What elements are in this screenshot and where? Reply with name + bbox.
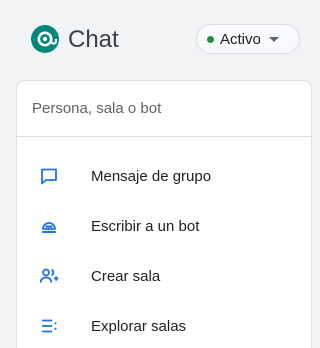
group-message-icon bbox=[39, 166, 59, 186]
menu-item-label: Escribir a un bot bbox=[91, 217, 200, 235]
app-title: Chat bbox=[68, 26, 119, 53]
menu-item-label: Crear sala bbox=[91, 267, 161, 285]
status-dropdown[interactable]: Activo bbox=[196, 24, 300, 54]
menu-item-label: Mensaje de grupo bbox=[91, 167, 212, 185]
status-dot-icon bbox=[207, 35, 214, 43]
header: Chat Activo bbox=[0, 0, 318, 78]
menu-item-bot[interactable]: Escribir a un bot bbox=[17, 201, 311, 251]
create-room-icon bbox=[39, 266, 59, 286]
start-chat-panel: Mensaje de grupo Escribir a un bot bbox=[16, 80, 312, 348]
bot-icon bbox=[39, 216, 59, 236]
search-box[interactable] bbox=[17, 81, 311, 137]
menu-list: Mensaje de grupo Escribir a un bot Crear… bbox=[17, 151, 311, 348]
chat-app-window: Chat Activo Mensaje de grupo bbox=[0, 0, 318, 348]
menu-item-group-message[interactable]: Mensaje de grupo bbox=[17, 151, 311, 201]
menu-item-label: Explorar salas bbox=[91, 317, 187, 335]
google-chat-logo-icon[interactable] bbox=[30, 24, 60, 54]
menu-item-browse-rooms[interactable]: Explorar salas bbox=[17, 301, 311, 348]
chevron-down-icon bbox=[268, 36, 279, 42]
browse-rooms-icon bbox=[39, 316, 59, 336]
status-label: Activo bbox=[220, 30, 261, 48]
menu-item-create-room[interactable]: Crear sala bbox=[17, 251, 311, 301]
search-input[interactable] bbox=[32, 100, 292, 117]
